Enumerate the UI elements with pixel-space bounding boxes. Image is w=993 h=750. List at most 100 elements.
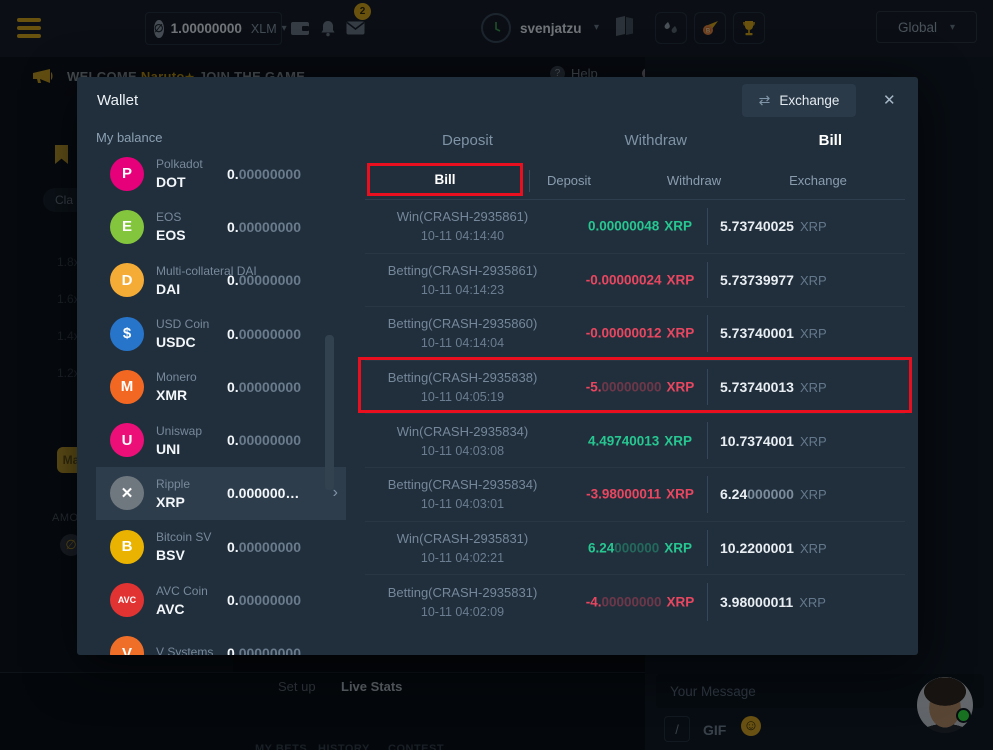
column-divider bbox=[707, 583, 708, 621]
coin-list-scrollbar[interactable] bbox=[325, 335, 334, 490]
coin-full-name: Ripple bbox=[156, 477, 190, 491]
transaction-amount: -4.00000000XRP bbox=[586, 594, 695, 609]
coin-balance: 0.00000000 bbox=[227, 645, 301, 655]
transaction-label: Betting(CRASH-2935831) bbox=[365, 585, 560, 600]
exchange-button[interactable]: ⇄ Exchange bbox=[742, 84, 856, 117]
transaction-amount: -0.00000024XRP bbox=[586, 272, 695, 287]
bill-table-row: Betting(CRASH-2935831) 10-11 04:02:09 -4… bbox=[365, 575, 905, 629]
running-balance: 5.73739977XRP bbox=[720, 272, 827, 288]
wallet-modal: Wallet ⇄ Exchange ✕ My balance Deposit Wi… bbox=[77, 77, 918, 655]
transaction-label: Betting(CRASH-2935838) bbox=[365, 370, 560, 385]
annotation-box-bill-header: Bill bbox=[367, 163, 523, 196]
bill-table-row: Win(CRASH-2935834) 10-11 04:03:08 4.4974… bbox=[365, 414, 905, 468]
wallet-tab-deposit[interactable]: Deposit bbox=[442, 132, 493, 149]
coin-logo-icon: E bbox=[110, 210, 144, 244]
coin-list-item-xrp[interactable]: ✕ Ripple XRP 0.000000… › bbox=[96, 467, 346, 520]
my-balance-label: My balance bbox=[96, 130, 162, 145]
running-balance: 3.98000011XRP bbox=[720, 594, 826, 610]
coin-balance: 0.00000000 bbox=[227, 166, 301, 182]
column-divider bbox=[707, 315, 708, 352]
coin-full-name: USD Coin bbox=[156, 317, 209, 331]
coin-logo-icon: V bbox=[110, 636, 144, 655]
coin-balance: 0.00000000 bbox=[227, 432, 301, 448]
app-root: ∅ 1.00000000 XLM ▾ 2 svenjatzu ▾ B bbox=[0, 0, 993, 750]
coin-ticker: USDC bbox=[156, 334, 209, 350]
bill-table-rows: Win(CRASH-2935861) 10-11 04:14:40 0.0000… bbox=[365, 200, 905, 629]
transaction-timestamp: 10-11 04:14:40 bbox=[365, 229, 560, 243]
coin-logo-icon: B bbox=[110, 530, 144, 564]
transaction-amount: 6.24000000XRP bbox=[588, 540, 692, 555]
modal-title: Wallet bbox=[97, 92, 138, 109]
coin-ticker: EOS bbox=[156, 227, 186, 243]
transaction-label: Win(CRASH-2935834) bbox=[365, 424, 560, 439]
transaction-amount: -0.00000012XRP bbox=[586, 326, 695, 341]
bill-table-header: Bill Deposit Withdraw Exchange bbox=[365, 162, 905, 200]
coin-list-item-uni[interactable]: U Uniswap UNI 0.00000000 bbox=[96, 413, 346, 466]
transaction-timestamp: 10-11 04:05:19 bbox=[365, 390, 560, 404]
transaction-timestamp: 10-11 04:02:09 bbox=[365, 605, 560, 619]
coin-balance: 0.000000… bbox=[227, 485, 299, 501]
coin-full-name: AVC Coin bbox=[156, 584, 208, 598]
coin-list-item-xmr[interactable]: M Monero XMR 0.00000000 bbox=[96, 360, 346, 413]
coin-list-item-avc[interactable]: AVC AVC Coin AVC 0.00000000 bbox=[96, 573, 346, 626]
coin-list-item-bsv[interactable]: B Bitcoin SV BSV 0.00000000 bbox=[96, 520, 346, 573]
coin-balance: 0.00000000 bbox=[227, 219, 301, 235]
coin-list-item-usdc[interactable]: $ USD Coin USDC 0.00000000 bbox=[96, 307, 346, 360]
column-divider bbox=[707, 476, 708, 513]
running-balance: 6.24000000XRP bbox=[720, 486, 827, 502]
table-header-withdraw[interactable]: Withdraw bbox=[667, 173, 721, 188]
coin-balance: 0.00000000 bbox=[227, 592, 301, 608]
column-divider bbox=[707, 262, 708, 299]
running-balance: 10.7374001XRP bbox=[720, 433, 827, 449]
coin-ticker: BSV bbox=[156, 547, 211, 563]
coin-logo-icon: $ bbox=[110, 317, 144, 351]
coin-full-name: Uniswap bbox=[156, 424, 202, 438]
coin-list-item-dot[interactable]: P Polkadot DOT 0.00000000 bbox=[96, 147, 346, 200]
running-balance: 5.73740025XRP bbox=[720, 218, 827, 234]
transaction-label: Betting(CRASH-2935834) bbox=[365, 477, 560, 492]
table-header-bill[interactable]: Bill bbox=[434, 172, 455, 187]
table-header-exchange[interactable]: Exchange bbox=[789, 173, 847, 188]
bill-table-row: Win(CRASH-2935831) 10-11 04:02:21 6.2400… bbox=[365, 522, 905, 576]
coin-logo-icon: P bbox=[110, 157, 144, 191]
wallet-tabs: Deposit Withdraw Bill bbox=[442, 132, 842, 149]
coin-logo-icon: M bbox=[110, 370, 144, 404]
coin-ticker: AVC bbox=[156, 601, 208, 617]
wallet-tab-bill[interactable]: Bill bbox=[819, 132, 842, 149]
coin-ticker: XRP bbox=[156, 494, 190, 510]
coin-ticker: DOT bbox=[156, 174, 203, 190]
coin-ticker: UNI bbox=[156, 441, 202, 457]
transaction-amount: 4.49740013XRP bbox=[588, 433, 692, 448]
coin-logo-icon: ✕ bbox=[110, 476, 144, 510]
coin-list-item-v-systems[interactable]: V V Systems 0.00000000 bbox=[96, 627, 346, 655]
coin-full-name: Polkadot bbox=[156, 157, 203, 171]
coin-list-item-dai[interactable]: D Multi-collateral DAI DAI 0.00000000 bbox=[96, 254, 346, 307]
bill-table-row: Betting(CRASH-2935861) 10-11 04:14:23 -0… bbox=[365, 254, 905, 308]
coin-list: P Polkadot DOT 0.00000000 E EOS EOS 0.00… bbox=[96, 147, 346, 655]
transaction-timestamp: 10-11 04:14:23 bbox=[365, 283, 560, 297]
bill-table-row: Win(CRASH-2935861) 10-11 04:14:40 0.0000… bbox=[365, 200, 905, 254]
running-balance: 10.2200001XRP bbox=[720, 540, 827, 556]
transaction-amount: -5.00000000XRP bbox=[586, 380, 695, 395]
coin-ticker: XMR bbox=[156, 387, 197, 403]
coin-list-item-eos[interactable]: E EOS EOS 0.00000000 bbox=[96, 200, 346, 253]
transaction-timestamp: 10-11 04:14:04 bbox=[365, 336, 560, 350]
bill-table-row: Betting(CRASH-2935834) 10-11 04:03:01 -3… bbox=[365, 468, 905, 522]
close-icon[interactable]: ✕ bbox=[883, 91, 896, 109]
transaction-label: Betting(CRASH-2935861) bbox=[365, 263, 560, 278]
transaction-amount: 0.00000048XRP bbox=[588, 219, 692, 234]
column-divider bbox=[707, 422, 708, 459]
column-divider bbox=[707, 208, 708, 245]
transaction-label: Betting(CRASH-2935860) bbox=[365, 316, 560, 331]
transaction-label: Win(CRASH-2935861) bbox=[365, 209, 560, 224]
exchange-arrows-icon: ⇄ bbox=[759, 92, 771, 109]
table-header-deposit[interactable]: Deposit bbox=[547, 173, 591, 188]
coin-full-name: EOS bbox=[156, 210, 186, 224]
coin-logo-icon: D bbox=[110, 263, 144, 297]
transaction-amount: -3.98000011XRP bbox=[586, 487, 694, 502]
wallet-tab-withdraw[interactable]: Withdraw bbox=[625, 132, 688, 149]
coin-full-name: V Systems bbox=[156, 645, 213, 655]
running-balance: 5.73740001XRP bbox=[720, 325, 827, 341]
exchange-button-label: Exchange bbox=[779, 93, 839, 108]
coin-full-name: Monero bbox=[156, 370, 197, 384]
